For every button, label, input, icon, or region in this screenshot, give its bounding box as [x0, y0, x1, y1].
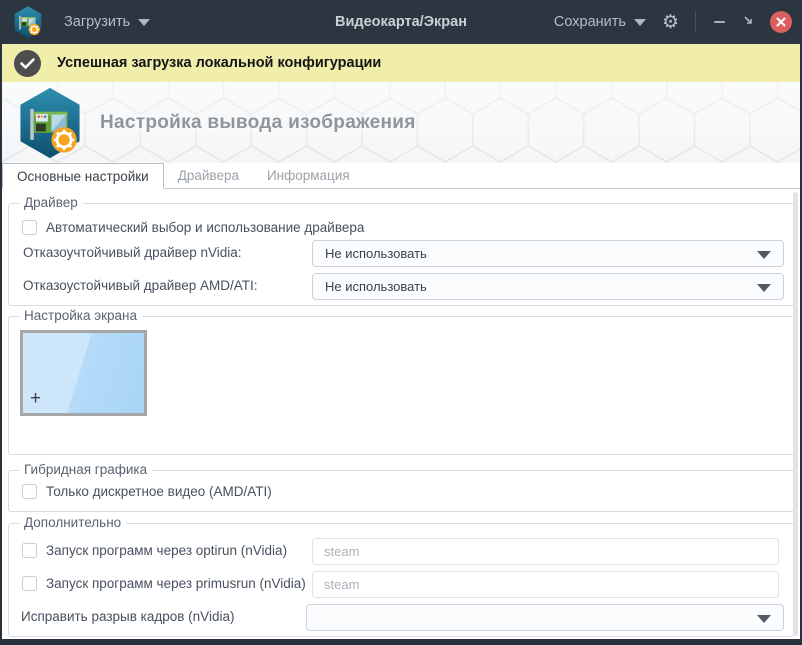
success-check-icon: [14, 49, 41, 77]
checkbox-discrete-only[interactable]: [22, 484, 37, 499]
discrete-only-row: Только дискретное видео (AMD/ATI): [22, 484, 272, 499]
app-window: Загрузить Видеокарта/Экран Сохранить ⚙ У…: [0, 0, 802, 645]
optirun-input[interactable]: [312, 538, 779, 565]
tearing-label: Исправить разрыв кадров (nVidia): [21, 609, 235, 624]
chevron-down-icon: [757, 284, 771, 292]
tab-main-settings[interactable]: Основные настройки: [2, 163, 164, 189]
window-body: Успешная загрузка локальной конфигурации: [2, 44, 800, 639]
chevron-down-icon: [757, 615, 771, 623]
notification-banner: Успешная загрузка локальной конфигурации: [2, 44, 800, 82]
page-header: Настройка вывода изображения: [2, 82, 800, 163]
titlebar-separator: [695, 11, 696, 33]
nvidia-failsafe-value: Не использовать: [325, 246, 427, 261]
group-driver-legend: Драйвер: [19, 195, 83, 210]
group-extra-legend: Дополнительно: [19, 515, 127, 530]
nvidia-failsafe-select[interactable]: Не использовать: [312, 240, 784, 267]
group-extra: Дополнительно Запуск программ через opti…: [8, 515, 794, 637]
chevron-down-icon: [633, 18, 646, 26]
restore-button[interactable]: [743, 13, 754, 31]
add-screen-button[interactable]: +: [30, 388, 41, 410]
discrete-only-label: Только дискретное видео (AMD/ATI): [46, 484, 272, 499]
minimize-button[interactable]: [712, 15, 727, 29]
tabbar: Основные настройки Драйвера Информация: [2, 163, 800, 189]
primusrun-row: Запуск программ через primusrun (nVidia): [22, 576, 306, 591]
window-frame-bottom: [0, 639, 802, 645]
chevron-down-icon: [138, 18, 151, 26]
primusrun-label: Запуск программ через primusrun (nVidia): [46, 576, 306, 591]
group-screen: Настройка экрана +: [8, 308, 794, 455]
group-hybrid-legend: Гибридная графика: [19, 462, 153, 477]
settings-gear-button[interactable]: ⚙: [662, 13, 679, 32]
titlebar-right-controls: Сохранить ⚙: [554, 0, 792, 44]
group-driver: Драйвер Автоматический выбор и использов…: [8, 195, 794, 306]
close-button[interactable]: [770, 11, 792, 33]
close-icon: [776, 17, 786, 27]
group-screen-legend: Настройка экрана: [19, 308, 142, 323]
scrollbar[interactable]: [793, 192, 798, 636]
chevron-down-icon: [757, 251, 771, 259]
tab-content: Драйвер Автоматический выбор и использов…: [2, 189, 800, 639]
auto-driver-label: Автоматический выбор и использование дра…: [46, 220, 365, 235]
app-icon: [14, 6, 42, 38]
save-menu-button[interactable]: Сохранить: [554, 14, 646, 30]
checkbox-primusrun[interactable]: [22, 576, 37, 591]
page-title: Настройка вывода изображения: [100, 111, 416, 133]
app-hex-icon: [20, 87, 80, 159]
save-menu-label: Сохранить: [553, 14, 626, 30]
auto-driver-row: Автоматический выбор и использование дра…: [22, 220, 364, 235]
checkbox-optirun[interactable]: [22, 543, 37, 558]
nvidia-failsafe-label: Отказоучтойчивый драйвер nVidia:: [23, 245, 242, 260]
group-hybrid: Гибридная графика Только дискретное виде…: [8, 462, 794, 512]
amd-failsafe-label: Отказоустойчивый драйвер AMD/ATI:: [23, 278, 258, 293]
notification-text: Успешная загрузка локальной конфигурации: [57, 55, 382, 71]
titlebar: Загрузить Видеокарта/Экран Сохранить ⚙: [0, 0, 802, 44]
screen-preview[interactable]: +: [20, 330, 147, 416]
minimize-icon: [714, 21, 725, 23]
checkbox-auto-driver[interactable]: [22, 220, 37, 235]
amd-failsafe-select[interactable]: Не использовать: [312, 273, 784, 300]
optirun-label: Запуск программ через optirun (nVidia): [46, 543, 288, 558]
tab-info[interactable]: Информация: [253, 162, 364, 188]
tearing-select[interactable]: [306, 604, 784, 631]
load-menu-button[interactable]: Загрузить: [64, 14, 151, 30]
amd-failsafe-value: Не использовать: [325, 279, 427, 294]
tab-drivers[interactable]: Драйвера: [164, 162, 253, 188]
restore-icon: [744, 16, 752, 24]
primusrun-input[interactable]: [312, 571, 779, 598]
optirun-row: Запуск программ через optirun (nVidia): [22, 543, 287, 558]
load-menu-label: Загрузить: [64, 14, 131, 30]
